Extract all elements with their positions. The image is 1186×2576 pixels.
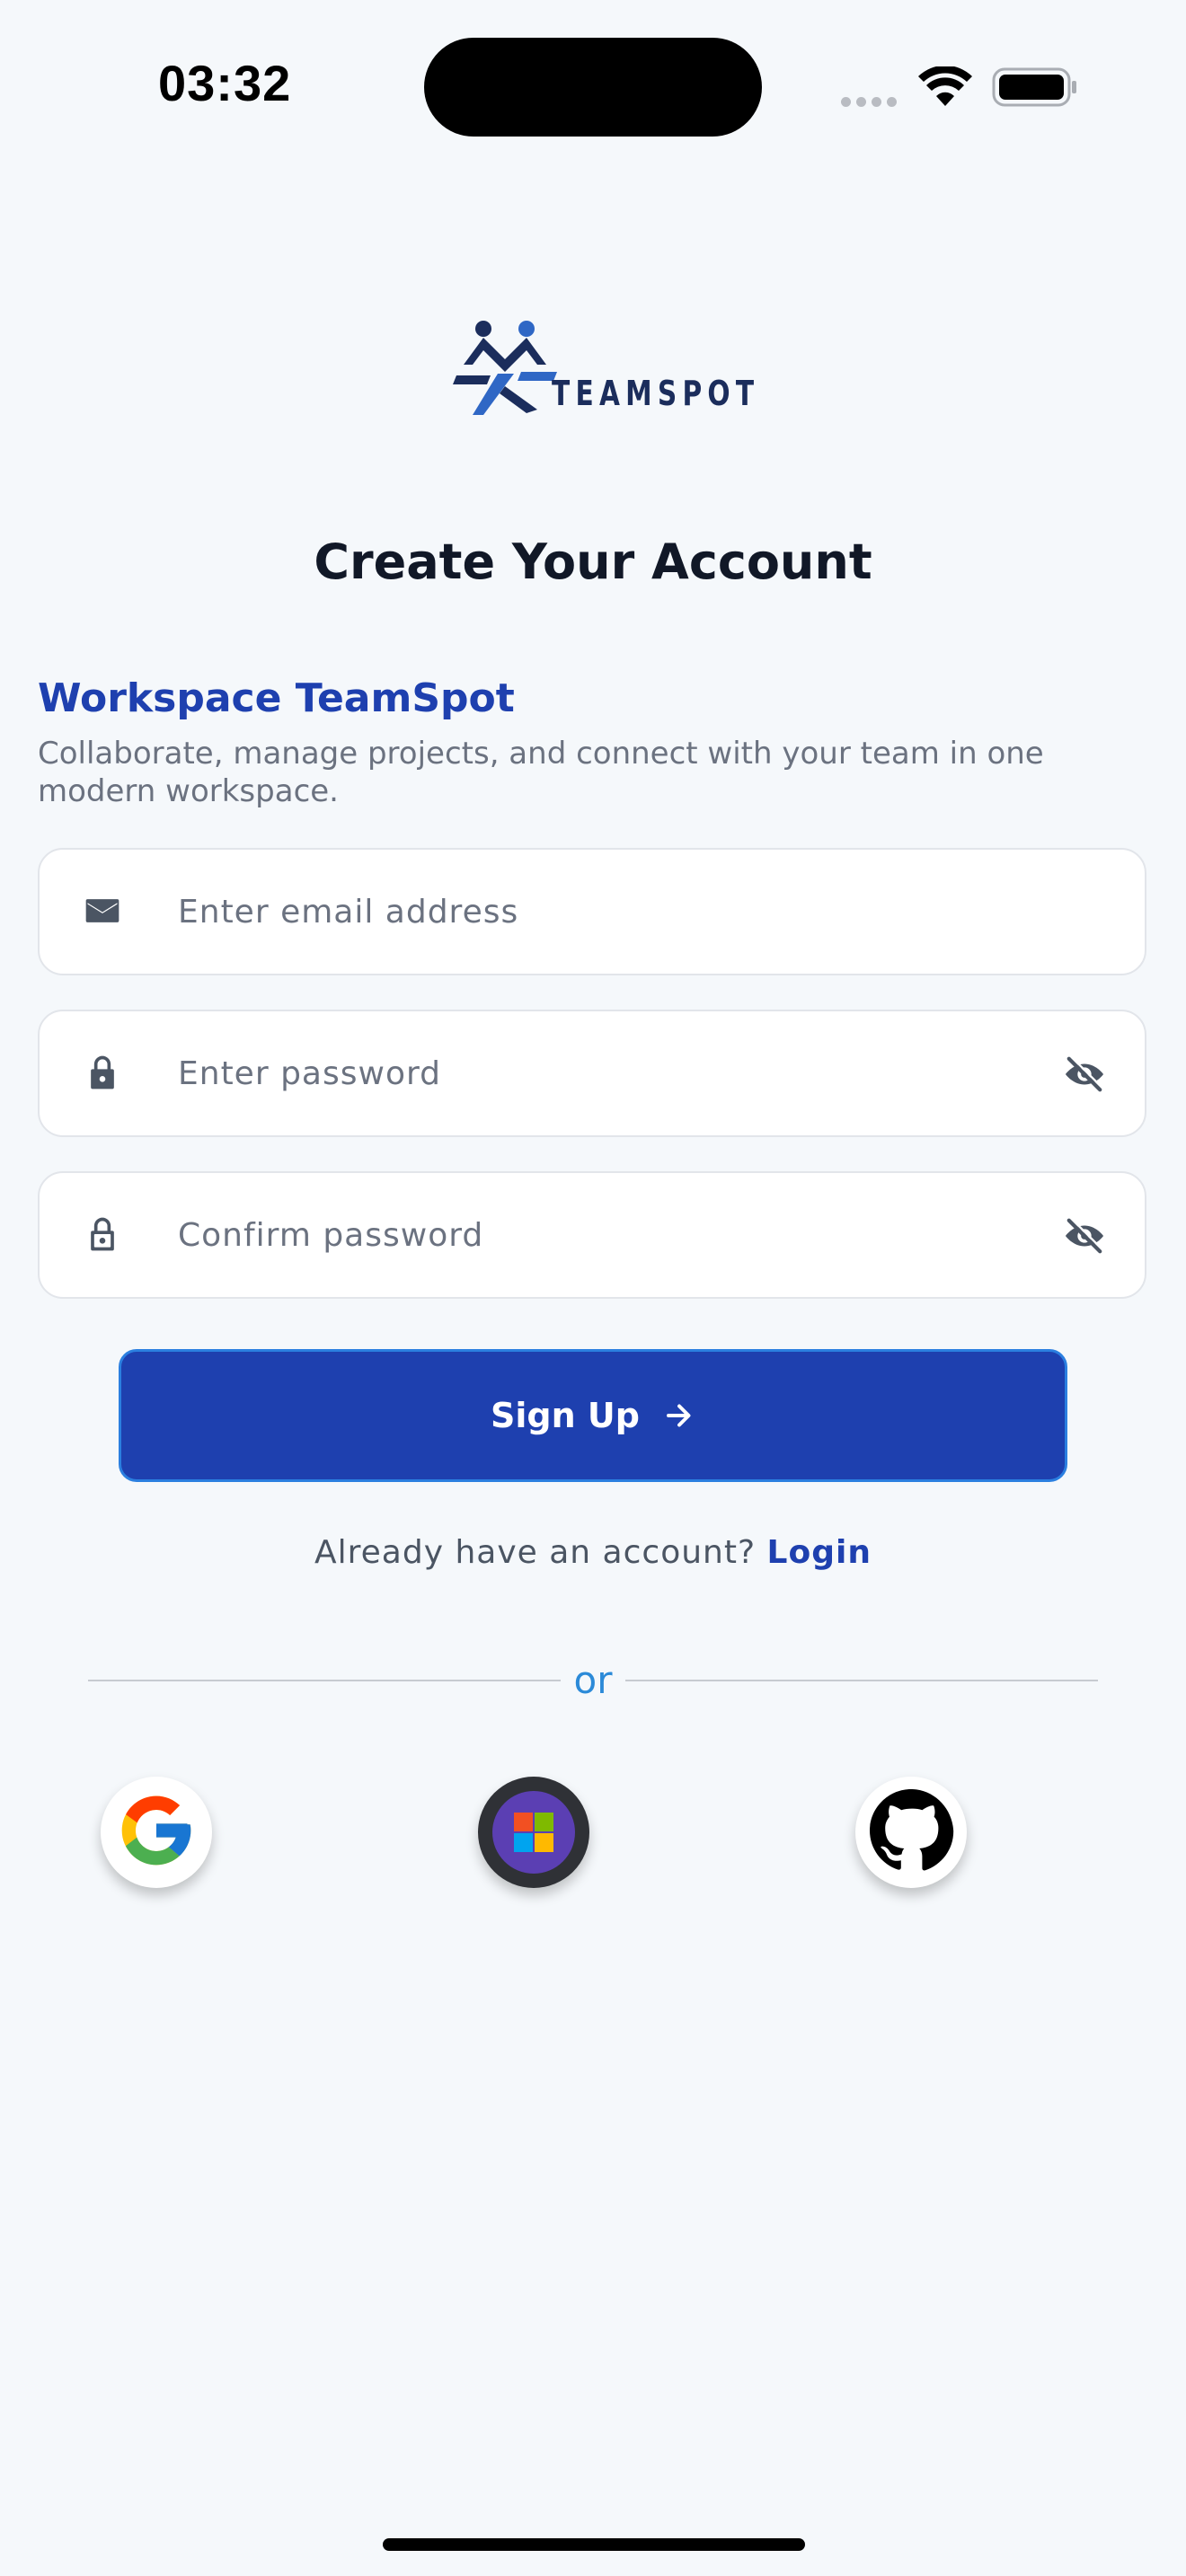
google-signin-button[interactable] (101, 1777, 212, 1888)
github-icon (868, 1787, 954, 1877)
google-icon (115, 1789, 198, 1875)
mail-icon (83, 891, 122, 934)
divider-right (625, 1680, 1098, 1681)
login-prompt: Already have an account? Login (0, 1534, 1186, 1571)
eye-off-icon[interactable] (1064, 1218, 1105, 1257)
password-input[interactable] (178, 1011, 987, 1135)
login-link[interactable]: Login (767, 1534, 872, 1571)
eye-off-icon[interactable] (1064, 1056, 1105, 1096)
page-title: Create Your Account (314, 534, 872, 590)
confirm-password-field[interactable] (38, 1171, 1146, 1299)
email-field[interactable] (38, 848, 1146, 975)
cellular-signal-icon (841, 93, 902, 110)
signup-button[interactable]: Sign Up (119, 1349, 1067, 1482)
arrow-right-icon (663, 1399, 695, 1432)
password-field[interactable] (38, 1010, 1146, 1137)
section-description: Collaborate, manage projects, and connec… (38, 736, 1044, 809)
signup-button-label: Sign Up (491, 1396, 640, 1435)
dynamic-island (424, 38, 762, 137)
battery-icon (992, 66, 1078, 111)
confirm-password-input[interactable] (178, 1173, 987, 1297)
lock-icon (83, 1053, 122, 1096)
microsoft-signin-button[interactable] (478, 1777, 589, 1888)
logo-wordmark: TEAMSPOT (552, 374, 760, 413)
section-heading: Workspace TeamSpot (38, 675, 515, 721)
email-input[interactable] (178, 850, 987, 974)
status-time: 03:32 (158, 55, 292, 111)
login-prompt-text: Already have an account? (314, 1534, 757, 1571)
microsoft-icon (492, 1791, 575, 1874)
wifi-icon (918, 65, 972, 111)
github-signin-button[interactable] (855, 1777, 967, 1888)
divider-left (88, 1680, 561, 1681)
home-indicator[interactable] (383, 2538, 805, 2551)
lock-open-icon (83, 1214, 122, 1257)
